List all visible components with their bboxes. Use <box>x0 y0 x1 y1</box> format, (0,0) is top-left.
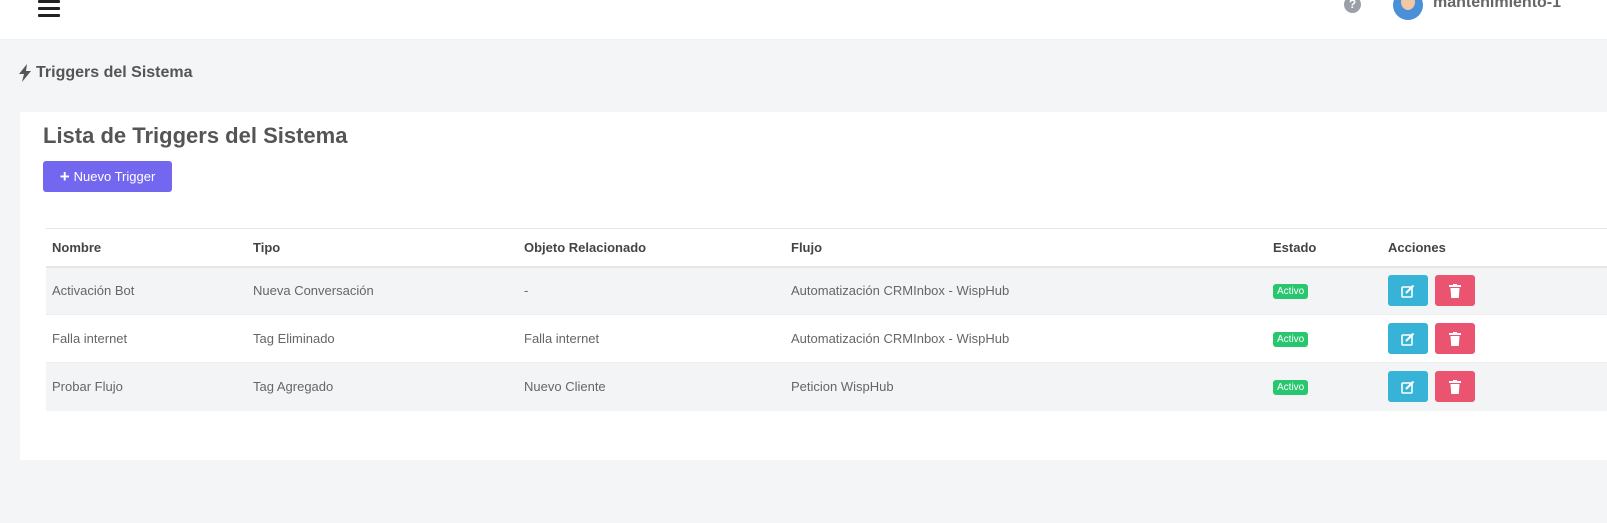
cell-objeto: - <box>518 266 785 315</box>
cell-nombre: Falla internet <box>46 314 247 363</box>
table-row: Falla internet Tag Eliminado Falla inter… <box>46 314 1607 363</box>
trash-icon <box>1448 331 1461 346</box>
cell-estado: Activo <box>1267 362 1382 411</box>
cell-objeto: Nuevo Cliente <box>518 362 785 411</box>
new-trigger-button[interactable]: + Nuevo Trigger <box>43 161 172 192</box>
header-objeto[interactable]: Objeto Relacionado <box>518 228 785 268</box>
cell-flujo: Peticion WispHub <box>785 362 1267 411</box>
cell-acciones <box>1382 266 1607 315</box>
header-tipo[interactable]: Tipo <box>247 228 518 268</box>
triggers-card: Lista de Triggers del Sistema + Nuevo Tr… <box>20 112 1607 460</box>
top-navbar: ? mantenimiento-1 <box>0 0 1607 40</box>
cell-flujo: Automatización CRMInbox - WispHub <box>785 266 1267 315</box>
table-row: Probar Flujo Tag Agregado Nuevo Cliente … <box>46 362 1607 411</box>
cell-tipo: Nueva Conversación <box>247 266 518 315</box>
help-icon[interactable]: ? <box>1344 0 1361 13</box>
cell-tipo: Tag Agregado <box>247 362 518 411</box>
page-title: Lista de Triggers del Sistema <box>43 123 348 148</box>
header-flujo[interactable]: Flujo <box>785 228 1267 268</box>
delete-button[interactable] <box>1434 371 1475 403</box>
header-nombre[interactable]: Nombre <box>46 228 247 268</box>
cell-flujo: Automatización CRMInbox - WispHub <box>785 314 1267 363</box>
plus-icon: + <box>59 167 70 186</box>
header-acciones: Acciones <box>1382 228 1607 268</box>
bolt-icon <box>19 64 31 82</box>
cell-acciones <box>1382 314 1607 363</box>
status-badge: Activo <box>1273 332 1309 347</box>
new-trigger-label: Nuevo Trigger <box>73 169 156 184</box>
cell-nombre: Probar Flujo <box>46 362 247 411</box>
triggers-table: Nombre Tipo Objeto Relacionado Flujo Est… <box>46 228 1607 411</box>
status-badge: Activo <box>1273 380 1309 396</box>
trash-icon <box>1448 379 1461 394</box>
menu-icon[interactable] <box>38 0 60 18</box>
edit-icon <box>1401 380 1415 394</box>
edit-button[interactable] <box>1388 323 1428 354</box>
trash-icon <box>1448 283 1461 298</box>
header-estado[interactable]: Estado <box>1267 228 1382 268</box>
breadcrumb-label: Triggers del Sistema <box>36 64 193 81</box>
edit-icon <box>1401 332 1415 346</box>
status-badge: Activo <box>1273 284 1309 300</box>
cell-estado: Activo <box>1267 266 1382 315</box>
avatar[interactable] <box>1393 0 1423 20</box>
table-row: Activación Bot Nueva Conversación - Auto… <box>46 266 1607 315</box>
table-header-row: Nombre Tipo Objeto Relacionado Flujo Est… <box>46 228 1607 268</box>
username[interactable]: mantenimiento-1 <box>1433 0 1561 12</box>
cell-tipo: Tag Eliminado <box>247 314 518 363</box>
breadcrumb: Triggers del Sistema <box>18 64 193 82</box>
cell-objeto: Falla internet <box>518 314 785 363</box>
delete-button[interactable] <box>1434 275 1475 307</box>
cell-nombre: Activación Bot <box>46 266 247 315</box>
edit-icon <box>1401 284 1415 298</box>
edit-button[interactable] <box>1388 371 1428 403</box>
edit-button[interactable] <box>1388 275 1428 307</box>
cell-estado: Activo <box>1267 314 1382 363</box>
cell-acciones <box>1382 362 1607 411</box>
delete-button[interactable] <box>1434 323 1475 354</box>
